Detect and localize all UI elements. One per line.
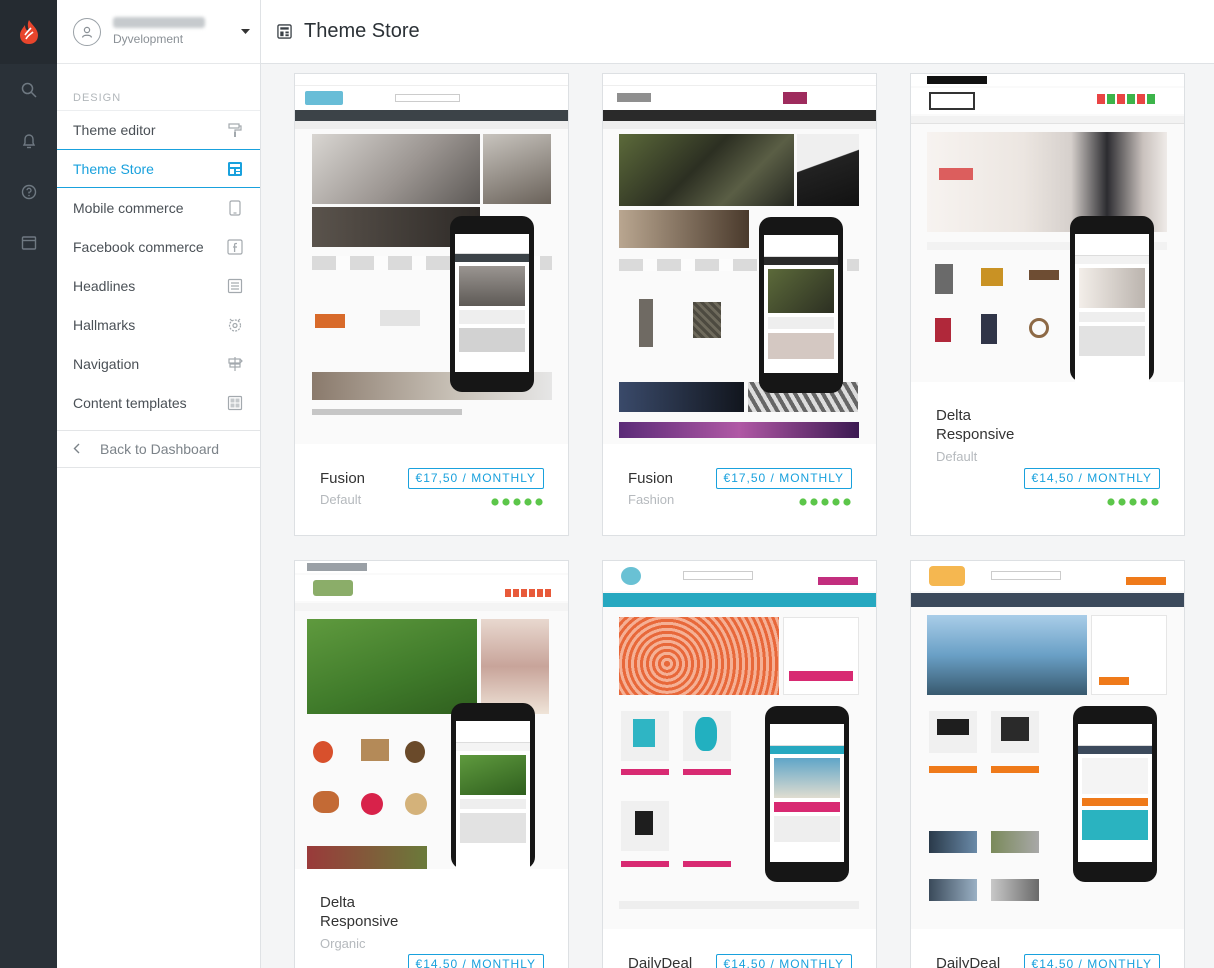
sidebar-item-content-templates[interactable]: Content templates <box>57 383 260 422</box>
sidebar-item-label: Hallmarks <box>73 316 136 333</box>
bell-icon <box>22 133 35 148</box>
theme-price-badge[interactable]: €14,50 / MONTHLY <box>715 954 852 968</box>
rating-dots <box>1107 498 1159 506</box>
theme-card-fusion-fashion[interactable]: Fusion Fashion €17,50 / MONTHLY <box>602 73 877 536</box>
avatar <box>73 17 101 46</box>
theme-price-badge[interactable]: €17,50 / MONTHLY <box>715 468 852 489</box>
back-label: Back to Dashboard <box>100 441 220 457</box>
theme-price-badge[interactable]: €17,50 / MONTHLY <box>407 468 544 489</box>
sidebar-item-hallmarks[interactable]: Hallmarks <box>57 305 260 344</box>
facebook-icon <box>226 238 244 256</box>
page-title: Theme Store <box>304 20 420 42</box>
chevron-left-icon <box>73 441 80 457</box>
search-nav-button[interactable] <box>0 64 57 115</box>
theme-variant: Default <box>320 492 362 507</box>
sidebar-item-label: Headlines <box>73 277 136 294</box>
search-icon <box>21 82 37 98</box>
theme-name: Fusion <box>628 470 674 487</box>
theme-preview <box>603 74 876 444</box>
sidebar-item-label: Facebook commerce <box>73 238 204 255</box>
sidebar-item-label: Navigation <box>73 355 140 372</box>
theme-name: DailyDeal <box>628 955 693 968</box>
store-icon <box>277 24 292 39</box>
notifications-nav-button[interactable] <box>0 115 57 166</box>
help-icon <box>21 184 36 199</box>
theme-preview <box>603 561 876 929</box>
theme-name: Delta Responsive <box>936 407 1015 443</box>
brand-logo[interactable] <box>0 0 57 64</box>
sidebar-item-navigation[interactable]: Navigation <box>57 344 260 383</box>
theme-card-dailydeal-2[interactable]: DailyDeal €14,50 / MONTHLY <box>910 560 1185 968</box>
sidebar-item-theme-editor[interactable]: Theme editor <box>57 110 260 149</box>
sidebar-item-label: Theme editor <box>73 121 156 138</box>
template-grid-icon <box>226 394 244 412</box>
caret-down-icon <box>241 28 250 34</box>
design-sidebar: Dyvelopment DESIGN Theme editor Theme St… <box>57 0 261 968</box>
theme-preview <box>295 74 568 444</box>
headlines-icon <box>226 277 244 295</box>
page-header: Theme Store <box>261 0 1214 64</box>
theme-preview <box>295 561 568 869</box>
user-icon <box>81 26 93 38</box>
theme-card-fusion-default[interactable]: Fusion Default €17,50 / MONTHLY <box>294 73 569 536</box>
sidebar-item-label: Theme Store <box>73 160 154 177</box>
paint-roller-icon <box>226 121 244 139</box>
account-switcher[interactable]: Dyvelopment <box>57 0 260 64</box>
mobile-icon <box>226 199 244 217</box>
section-title: DESIGN <box>73 92 122 104</box>
theme-preview <box>911 74 1184 382</box>
theme-name: Fusion <box>320 470 366 487</box>
theme-price-badge[interactable]: €14,50 / MONTHLY <box>407 954 544 968</box>
sidebar-item-theme-store[interactable]: Theme Store <box>57 149 260 188</box>
sidebar-item-label: Mobile commerce <box>73 199 184 216</box>
theme-card-delta-organic[interactable]: Delta Responsive Organic €14,50 / MONTHL… <box>294 560 569 968</box>
rating-dots <box>491 498 543 506</box>
sidebar-item-facebook-commerce[interactable]: Facebook commerce <box>57 227 260 266</box>
store-icon <box>226 160 244 178</box>
hallmark-icon <box>226 316 244 334</box>
theme-variant: Fashion <box>628 492 675 507</box>
theme-name: DailyDeal <box>936 955 1001 968</box>
layout-icon <box>21 235 36 250</box>
sidebar-item-headlines[interactable]: Headlines <box>57 266 260 305</box>
theme-variant: Default <box>936 449 978 464</box>
account-name-redacted <box>113 17 205 28</box>
back-to-dashboard-link[interactable]: Back to Dashboard <box>57 430 260 468</box>
sidebar-item-mobile-commerce[interactable]: Mobile commerce <box>57 188 260 227</box>
app-rail <box>0 0 57 968</box>
design-menu: Theme editor Theme Store Mobile commerce… <box>57 110 260 422</box>
theme-card-delta-default[interactable]: Delta Responsive Default €14,50 / MONTHL… <box>910 73 1185 536</box>
theme-price-badge[interactable]: €14,50 / MONTHLY <box>1023 468 1160 489</box>
theme-card-dailydeal-1[interactable]: DailyDeal €14,50 / MONTHLY <box>602 560 877 968</box>
help-nav-button[interactable] <box>0 166 57 217</box>
flame-logo-icon <box>19 20 38 44</box>
theme-preview <box>911 561 1184 929</box>
signpost-icon <box>226 355 244 373</box>
theme-variant: Organic <box>320 936 366 951</box>
account-company: Dyvelopment <box>113 32 184 46</box>
store-nav-button[interactable] <box>0 217 57 268</box>
sidebar-item-label: Content templates <box>73 394 187 411</box>
theme-price-badge[interactable]: €14,50 / MONTHLY <box>1023 954 1160 968</box>
theme-name: Delta Responsive <box>320 894 399 930</box>
rating-dots <box>799 498 851 506</box>
